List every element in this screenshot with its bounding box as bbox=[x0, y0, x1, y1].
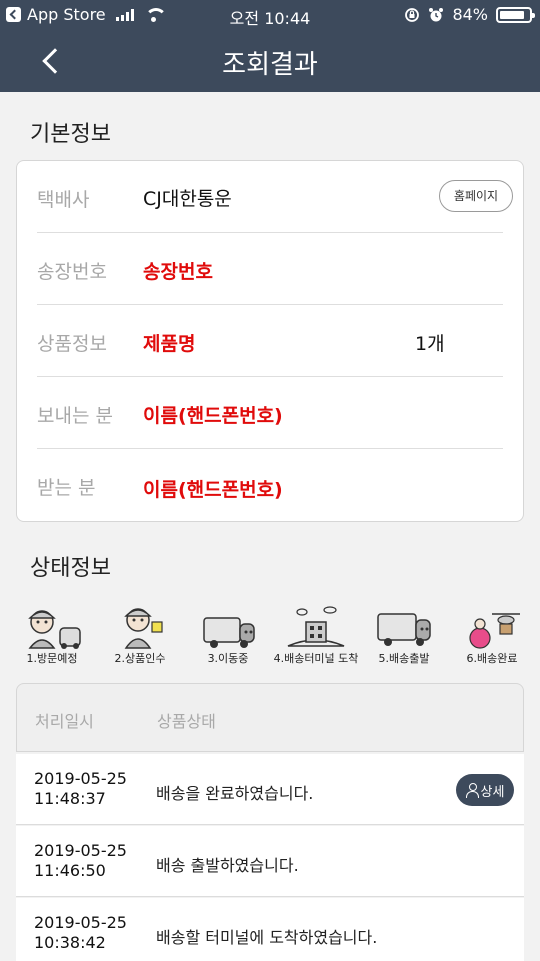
basic-info-card: 택배사 CJ대한통운 홈페이지 송장번호 송장번호 상품정보 제품명 1개 보내… bbox=[16, 160, 524, 522]
terminal-building-icon bbox=[287, 606, 345, 647]
info-row-receiver: 받는 분 이름(핸드폰번호) bbox=[37, 449, 503, 521]
courier-receive-icon bbox=[124, 608, 163, 649]
info-row-product: 상품정보 제품명 1개 bbox=[37, 305, 503, 377]
invoice-label: 송장번호 bbox=[37, 261, 107, 283]
table-row: 2019-05-25 11:46:50 배송 출발하였습니다. bbox=[16, 826, 524, 897]
step-1: 1.방문예정 bbox=[8, 604, 96, 665]
step-2-label: 2.상품인수 bbox=[114, 652, 166, 665]
sender-value: 이름(핸드폰번호) bbox=[143, 405, 283, 427]
status-table: 처리일시 상품상태 2019-05-25 11:48:37 배송을 완료하였습니… bbox=[16, 683, 524, 961]
courier-label: 택배사 bbox=[37, 189, 90, 211]
step-6-label: 6.배송완료 bbox=[466, 652, 518, 665]
homepage-button[interactable]: 홈페이지 bbox=[439, 180, 513, 212]
row-time: 11:46:50 bbox=[34, 861, 106, 880]
row-datetime: 2019-05-25 11:48:37 bbox=[34, 769, 144, 809]
step-3-label: 3.이동중 bbox=[207, 652, 249, 665]
product-value: 제품명 bbox=[143, 333, 196, 355]
row-datetime: 2019-05-25 10:38:42 bbox=[34, 913, 144, 953]
step-1-label: 1.방문예정 bbox=[26, 652, 78, 665]
detail-label: 상세 bbox=[480, 784, 505, 800]
nav-bar: 조회결과 bbox=[0, 30, 540, 92]
sender-label: 보내는 분 bbox=[37, 405, 113, 427]
status-right: 84% bbox=[404, 5, 535, 24]
courier-visit-icon bbox=[28, 610, 81, 649]
col-header-status: 상품상태 bbox=[157, 712, 216, 731]
receiver-value: 이름(핸드폰번호) bbox=[143, 479, 283, 501]
row-time: 11:48:37 bbox=[34, 789, 106, 808]
row-status: 배송을 완료하였습니다. bbox=[156, 784, 314, 803]
col-header-time: 처리일시 bbox=[35, 712, 94, 731]
row-datetime: 2019-05-25 11:46:50 bbox=[34, 841, 144, 881]
step-2: 2.상품인수 bbox=[96, 604, 184, 665]
table-row: 2019-05-25 10:38:42 배송할 터미널에 도착하였습니다. bbox=[16, 898, 524, 961]
drone-delivered-icon bbox=[469, 613, 520, 649]
step-5: 5.배송출발 bbox=[360, 604, 448, 665]
step-6: 6.배송완료 bbox=[448, 604, 536, 665]
courier-value: CJ대한통운 bbox=[143, 188, 232, 210]
step-4-label: 4.배송터미널 도착 bbox=[273, 652, 359, 665]
product-quantity: 1개 bbox=[415, 333, 445, 355]
page-title: 조회결과 bbox=[222, 50, 318, 80]
row-status: 배송 출발하였습니다. bbox=[156, 856, 299, 875]
row-date: 2019-05-25 bbox=[34, 913, 127, 932]
info-row-courier: 택배사 CJ대한통운 bbox=[37, 161, 503, 233]
product-label: 상품정보 bbox=[37, 333, 107, 355]
step-3: 3.이동중 bbox=[184, 604, 272, 665]
invoice-value: 송장번호 bbox=[143, 261, 213, 283]
table-row: 2019-05-25 11:48:37 배송을 완료하였습니다. 상세 bbox=[16, 754, 524, 825]
status-info-title: 상태정보 bbox=[30, 556, 111, 581]
alarm-icon bbox=[429, 7, 444, 21]
truck-depart-icon bbox=[377, 613, 431, 646]
status-bar: App Store 오전 10:44 84% bbox=[0, 0, 540, 30]
battery-percent: 84% bbox=[452, 5, 488, 24]
info-row-invoice: 송장번호 송장번호 bbox=[37, 233, 503, 305]
basic-info-title: 기본정보 bbox=[30, 122, 111, 147]
delivery-steps: 1.방문예정 2.상품인수 3.이동중 4.배송터미널 도착 5.배송출발 6.… bbox=[0, 604, 540, 682]
row-date: 2019-05-25 bbox=[34, 841, 127, 860]
truck-moving-icon bbox=[203, 617, 255, 648]
table-header: 처리일시 상품상태 bbox=[16, 683, 524, 752]
row-status: 배송할 터미널에 도착하였습니다. bbox=[156, 928, 378, 947]
detail-button[interactable]: 상세 bbox=[456, 774, 514, 806]
row-date: 2019-05-25 bbox=[34, 769, 127, 788]
row-time: 10:38:42 bbox=[34, 933, 106, 952]
info-row-sender: 보내는 분 이름(핸드폰번호) bbox=[37, 377, 503, 449]
step-4: 4.배송터미널 도착 bbox=[272, 604, 360, 665]
receiver-label: 받는 분 bbox=[37, 477, 96, 499]
battery-icon bbox=[496, 6, 535, 23]
person-icon bbox=[465, 783, 479, 798]
orientation-lock-icon bbox=[405, 7, 420, 22]
step-5-label: 5.배송출발 bbox=[378, 652, 430, 665]
